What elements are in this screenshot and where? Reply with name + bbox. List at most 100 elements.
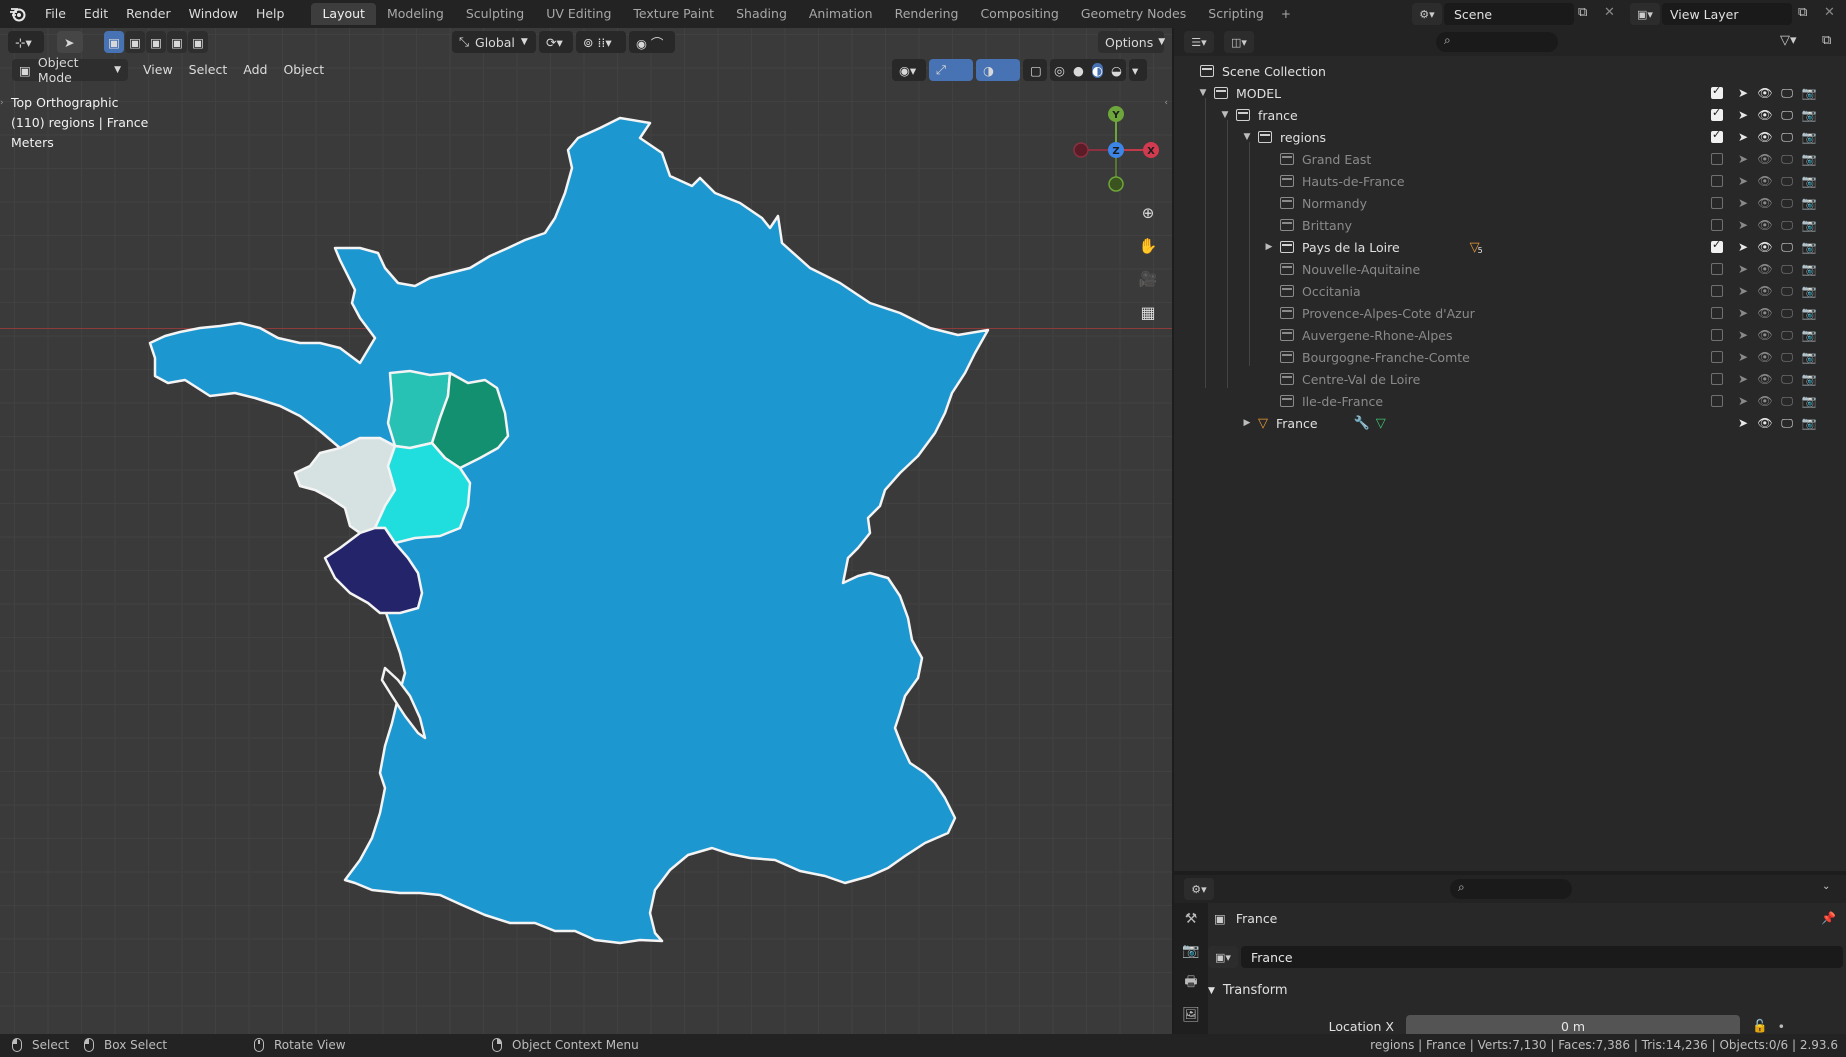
cursor-select-icon[interactable]: ➤	[1732, 240, 1754, 254]
new-collection-icon[interactable]: ⧉	[1822, 33, 1831, 48]
eye-visibility-icon[interactable]: 👁	[1754, 328, 1776, 342]
tab-uv-editing[interactable]: UV Editing	[535, 3, 622, 25]
delete-scene-icon[interactable]: ✕	[1604, 5, 1615, 20]
chevron-down-icon[interactable]: ⌄	[1822, 881, 1830, 892]
modifier-wrench-icon[interactable]: 🔧	[1354, 416, 1370, 431]
cursor-select-icon[interactable]: ➤	[1732, 196, 1754, 210]
cursor-select-icon[interactable]: ➤	[1732, 130, 1754, 144]
outliner-row-centre-val-de-loire[interactable]: Centre-Val de Loire ➤ 👁 🖵 📷	[1174, 368, 1846, 390]
camera-render-icon[interactable]: 📷	[1798, 174, 1820, 188]
output-tab-icon[interactable]: 🖶	[1174, 967, 1208, 999]
delete-view-layer-icon[interactable]: ✕	[1824, 5, 1835, 20]
expand-toggle-icon[interactable]: ▼	[1218, 110, 1232, 120]
cursor-select-icon[interactable]: ➤	[1732, 218, 1754, 232]
view-layer-field[interactable]: View Layer	[1662, 3, 1792, 25]
3d-viewport[interactable]: ⊹▾ ➤ ▣ ▣ ▣ ▣ ▣ ⤡ Global ▼ ⟳▾ ⊚ ⁞⁞▾ ◉ ⌒ O…	[0, 28, 1172, 1034]
outliner-row-normandy[interactable]: Normandy ➤ 👁 🖵 📷	[1174, 192, 1846, 214]
cursor-select-icon[interactable]: ➤	[1732, 284, 1754, 298]
new-view-layer-icon[interactable]: ⧉	[1798, 5, 1807, 20]
camera-render-icon[interactable]: 📷	[1798, 262, 1820, 276]
camera-render-icon[interactable]: 📷	[1798, 306, 1820, 320]
menu-edit[interactable]: Edit	[75, 0, 117, 28]
monitor-icon[interactable]: 🖵	[1776, 196, 1798, 211]
expand-toggle-icon[interactable]: ▼	[1240, 132, 1254, 142]
exclude-checkbox[interactable]	[1711, 175, 1723, 187]
pin-icon[interactable]: 📌	[1821, 911, 1836, 925]
camera-render-icon[interactable]: 📷	[1798, 416, 1820, 430]
outliner-row-nouvelle-aquitaine[interactable]: Nouvelle-Aquitaine ➤ 👁 🖵 📷	[1174, 258, 1846, 280]
monitor-icon[interactable]: 🖵	[1776, 86, 1798, 101]
mesh-children-badge-icon[interactable]: ▽ 5	[1470, 240, 1483, 255]
outliner-row-hauts-de-france[interactable]: Hauts-de-France ➤ 👁 🖵 📷	[1174, 170, 1846, 192]
monitor-icon[interactable]: 🖵	[1776, 350, 1798, 365]
outliner-row-brittany[interactable]: Brittany ➤ 👁 🖵 📷	[1174, 214, 1846, 236]
eye-visibility-icon[interactable]: 👁	[1754, 108, 1776, 122]
monitor-icon[interactable]: 🖵	[1776, 130, 1798, 145]
eye-visibility-icon[interactable]: 👁	[1754, 284, 1776, 298]
exclude-checkbox[interactable]	[1711, 128, 1723, 143]
camera-render-icon[interactable]: 📷	[1798, 372, 1820, 386]
camera-render-icon[interactable]: 📷	[1798, 328, 1820, 342]
tab-geometry-nodes[interactable]: Geometry Nodes	[1070, 3, 1197, 25]
eye-visibility-icon[interactable]: 👁	[1754, 262, 1776, 276]
scene-collection-row[interactable]: Scene Collection	[1174, 60, 1846, 82]
tab-modeling[interactable]: Modeling	[376, 3, 455, 25]
view-layer-selector-icon[interactable]: ▣▾	[1630, 3, 1660, 25]
render-tab-icon[interactable]: 📷	[1174, 935, 1208, 967]
monitor-icon[interactable]: 🖵	[1776, 218, 1798, 233]
eye-visibility-icon[interactable]: 👁	[1754, 416, 1776, 430]
exclude-checkbox[interactable]	[1711, 84, 1723, 99]
tab-animation[interactable]: Animation	[798, 3, 884, 25]
camera-render-icon[interactable]: 📷	[1798, 240, 1820, 254]
monitor-icon[interactable]: 🖵	[1776, 284, 1798, 299]
exclude-checkbox[interactable]	[1711, 351, 1723, 363]
outliner-row-provence-alpes-cote-d-azur[interactable]: Provence-Alpes-Cote d'Azur ➤ 👁 🖵 📷	[1174, 302, 1846, 324]
cursor-select-icon[interactable]: ➤	[1732, 152, 1754, 166]
tab-texture-paint[interactable]: Texture Paint	[622, 3, 725, 25]
add-workspace-button[interactable]: +	[1275, 3, 1297, 25]
exclude-checkbox[interactable]	[1711, 106, 1723, 121]
scene-selector-icon[interactable]: ⚙▾	[1412, 3, 1442, 25]
object-name-field[interactable]: France	[1241, 946, 1843, 968]
outliner-editor-type-icon[interactable]: ☰▾	[1184, 31, 1214, 53]
outliner-row-france[interactable]: ▶ ▽ France 🔧 ▽ ➤ 👁 🖵 📷	[1174, 412, 1846, 434]
exclude-checkbox[interactable]	[1711, 329, 1723, 341]
collapse-toggle-icon[interactable]: ▶	[1262, 242, 1276, 252]
monitor-icon[interactable]: 🖵	[1776, 240, 1798, 255]
exclude-checkbox[interactable]	[1711, 395, 1723, 407]
menu-file[interactable]: File	[36, 0, 75, 28]
monitor-icon[interactable]: 🖵	[1776, 394, 1798, 409]
exclude-checkbox[interactable]	[1711, 263, 1723, 275]
cursor-select-icon[interactable]: ➤	[1732, 262, 1754, 276]
outliner-row-france[interactable]: ▼ france ➤👁🖵📷	[1174, 104, 1846, 126]
camera-render-icon[interactable]: 📷	[1798, 218, 1820, 232]
camera-render-icon[interactable]: 📷	[1798, 86, 1820, 100]
camera-render-icon[interactable]: 📷	[1798, 284, 1820, 298]
camera-render-icon[interactable]: 📷	[1798, 152, 1820, 166]
properties-editor-type-icon[interactable]: ⚙▾	[1184, 878, 1214, 900]
new-scene-icon[interactable]: ⧉	[1578, 5, 1596, 23]
camera-render-icon[interactable]: 📷	[1798, 394, 1820, 408]
france-mainland-shape[interactable]	[148, 116, 990, 945]
monitor-icon[interactable]: 🖵	[1776, 328, 1798, 343]
cursor-select-icon[interactable]: ➤	[1732, 328, 1754, 342]
cursor-select-icon[interactable]: ➤	[1732, 174, 1754, 188]
object-data-dropdown[interactable]: ▣▾	[1208, 946, 1238, 968]
blender-logo-icon[interactable]	[0, 0, 36, 28]
menu-window[interactable]: Window	[180, 0, 247, 28]
eye-visibility-icon[interactable]: 👁	[1754, 130, 1776, 144]
eye-visibility-icon[interactable]: 👁	[1754, 174, 1776, 188]
filter-icon[interactable]: ▽▾	[1780, 33, 1797, 48]
properties-search-input[interactable]: ⌕	[1450, 879, 1572, 899]
outliner-row-regions[interactable]: ▼ regions ➤👁🖵📷	[1174, 126, 1846, 148]
outliner-search-input[interactable]: ⌕	[1436, 32, 1558, 52]
view-layer-tab-icon[interactable]: 🖼	[1174, 999, 1208, 1031]
display-mode-icon[interactable]: ◫▾	[1224, 31, 1254, 53]
monitor-icon[interactable]: 🖵	[1776, 306, 1798, 321]
outliner-row-occitania[interactable]: Occitania ➤ 👁 🖵 📷	[1174, 280, 1846, 302]
france-map[interactable]	[0, 28, 1172, 1034]
exclude-checkbox[interactable]	[1711, 197, 1723, 209]
lock-icon[interactable]: 🔓	[1752, 1018, 1768, 1034]
exclude-checkbox[interactable]	[1711, 153, 1723, 165]
tab-layout[interactable]: Layout	[311, 3, 376, 25]
